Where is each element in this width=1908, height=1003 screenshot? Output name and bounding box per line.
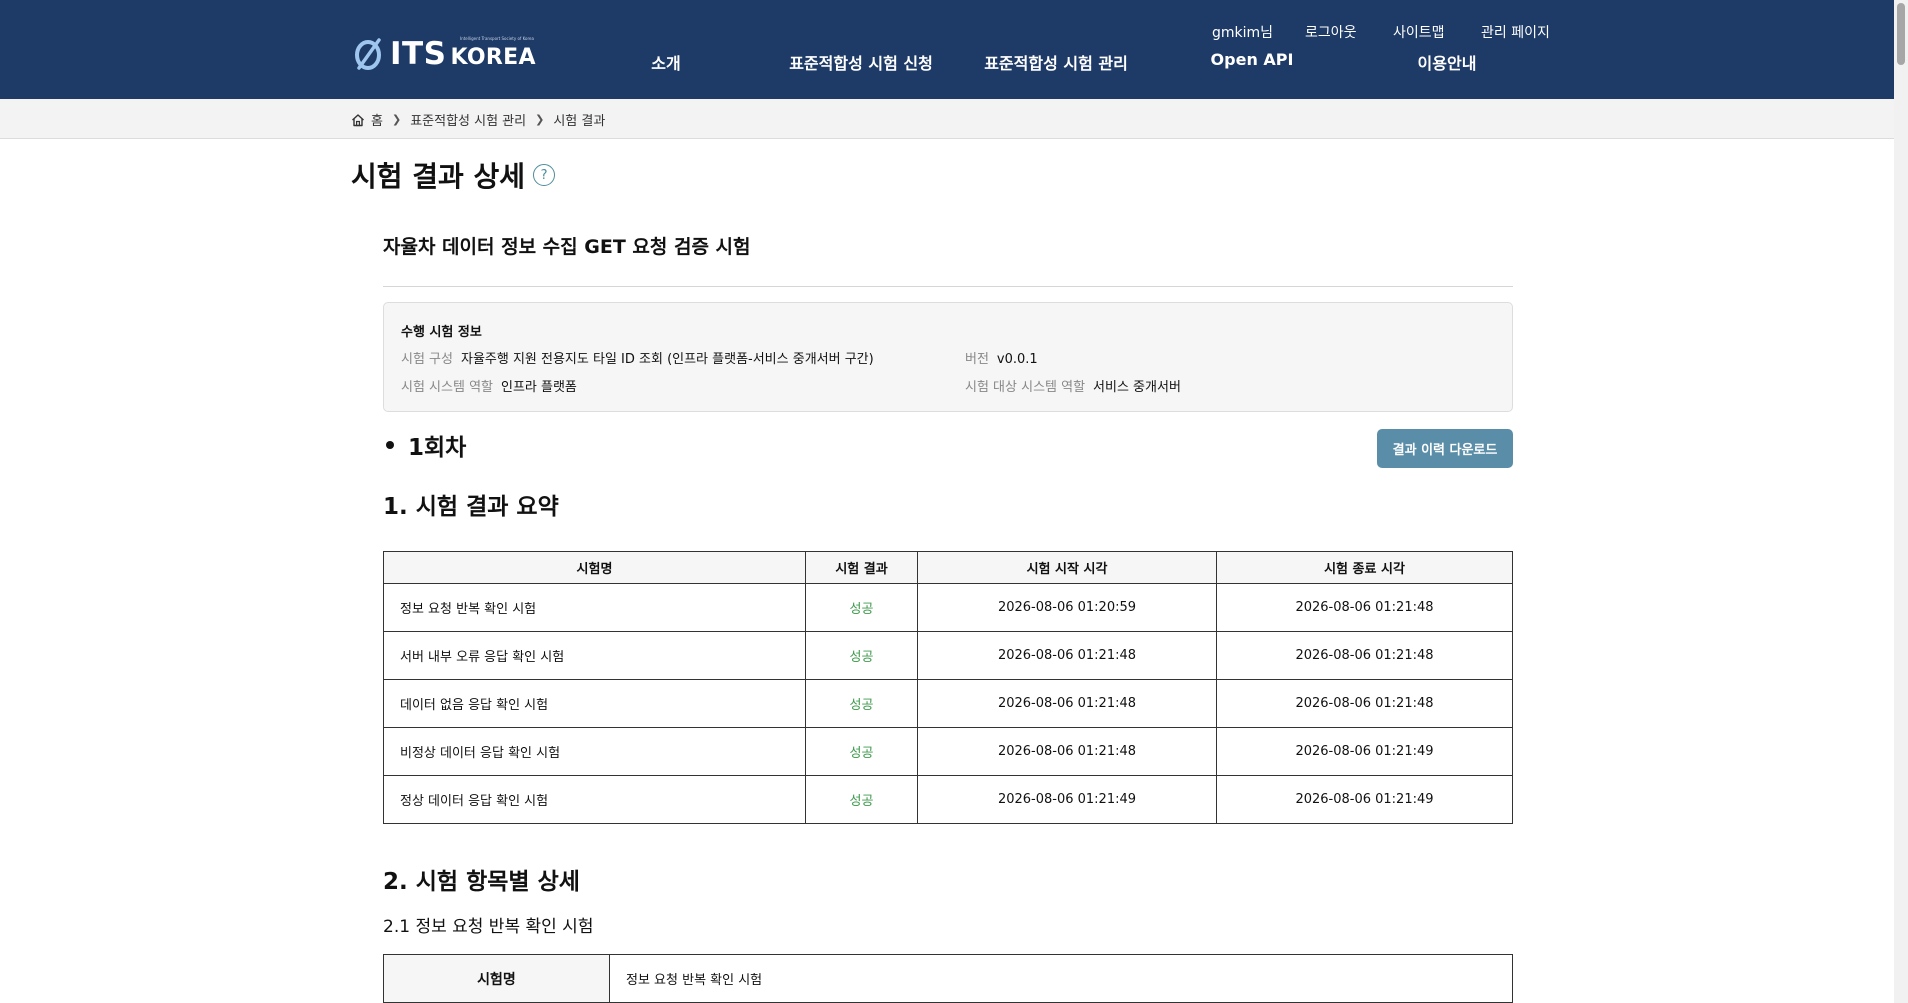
- col-header-result: 시험 결과: [805, 551, 918, 584]
- divider: [383, 286, 1513, 287]
- logo-mark-icon: [355, 38, 381, 70]
- round-heading: 1회차: [383, 428, 466, 462]
- cell-result: 성공: [805, 679, 918, 728]
- detail-table: 시험명 정보 요청 반복 확인 시험: [383, 954, 1513, 1003]
- cell-test-name: 데이터 없음 응답 확인 시험: [383, 679, 806, 728]
- chevron-right-icon: ❯: [535, 113, 545, 126]
- table-row: 정상 데이터 응답 확인 시험 성공 2026-08-06 01:21:49 2…: [383, 775, 1513, 824]
- its-korea-logo[interactable]: ITS KOREA Intelligent Transport Society o…: [352, 34, 536, 74]
- table-row: 정보 요청 반복 확인 시험 성공 2026-08-06 01:20:59 20…: [383, 583, 1513, 632]
- page-scrollbar[interactable]: [1894, 0, 1908, 1003]
- cell-end-time: 2026-08-06 01:21:49: [1216, 775, 1513, 824]
- logo-text: ITS KOREA: [390, 35, 536, 72]
- sitemap-link[interactable]: 사이트맵: [1393, 22, 1445, 42]
- cell-test-name: 정보 요청 반복 확인 시험: [383, 583, 806, 632]
- nav-item-test-apply[interactable]: 표준적합성 시험 신청: [789, 50, 933, 74]
- cell-result: 성공: [805, 631, 918, 680]
- cell-result: 성공: [805, 775, 918, 824]
- cell-result: 성공: [805, 583, 918, 632]
- nav-item-guide[interactable]: 이용안내: [1418, 50, 1477, 74]
- page-title: 시험 결과 상세 ?: [351, 155, 556, 195]
- cell-start-time: 2026-08-06 01:21:48: [917, 679, 1217, 728]
- info-target-role: 시험 대상 시스템 역할 서비스 중개서버: [965, 380, 1181, 395]
- site-header: ITS KOREA Intelligent Transport Society o…: [0, 0, 1894, 99]
- user-name-link[interactable]: gmkim님: [1212, 22, 1273, 42]
- breadcrumb-bar: 홈 ❯ 표준적합성 시험 관리 ❯ 시험 결과: [0, 99, 1894, 139]
- breadcrumb: 홈 ❯ 표준적합성 시험 관리 ❯ 시험 결과: [351, 110, 605, 129]
- section-summary-title: 1. 시험 결과 요약: [383, 494, 559, 520]
- table-header-row: 시험명 시험 결과 시험 시작 시각 시험 종료 시각: [383, 551, 1513, 584]
- cell-start-time: 2026-08-06 01:21:49: [917, 775, 1217, 824]
- download-history-button[interactable]: 결과 이력 다운로드: [1377, 429, 1513, 468]
- cell-result: 성공: [805, 727, 918, 776]
- table-row: 비정상 데이터 응답 확인 시험 성공 2026-08-06 01:21:48 …: [383, 727, 1513, 776]
- cell-start-time: 2026-08-06 01:21:48: [917, 727, 1217, 776]
- summary-table: 시험명 시험 결과 시험 시작 시각 시험 종료 시각 정보 요청 반복 확인 …: [383, 551, 1513, 824]
- section-detail-title: 2. 시험 항목별 상세: [383, 869, 580, 895]
- home-icon[interactable]: [351, 113, 365, 127]
- scrollbar-thumb[interactable]: [1897, 3, 1905, 65]
- logout-link[interactable]: 로그아웃: [1305, 22, 1357, 42]
- detail-value: 정보 요청 반복 확인 시험: [609, 954, 1513, 1003]
- table-row: 데이터 없음 응답 확인 시험 성공 2026-08-06 01:21:48 2…: [383, 679, 1513, 728]
- round-label: 1회차: [408, 435, 467, 461]
- test-info-box: 수행 시험 정보 시험 구성 자율주행 지원 전용지도 타일 ID 조회 (인프라…: [383, 302, 1513, 412]
- cell-end-time: 2026-08-06 01:21:48: [1216, 679, 1513, 728]
- cell-end-time: 2026-08-06 01:21:48: [1216, 631, 1513, 680]
- bullet-icon: [386, 441, 394, 449]
- chevron-right-icon: ❯: [391, 113, 402, 126]
- admin-page-link[interactable]: 관리 페이지: [1481, 22, 1550, 42]
- cell-test-name: 비정상 데이터 응답 확인 시험: [383, 727, 806, 776]
- table-row: 서버 내부 오류 응답 확인 시험 성공 2026-08-06 01:21:48…: [383, 631, 1513, 680]
- col-header-name: 시험명: [383, 551, 806, 584]
- nav-item-intro[interactable]: 소개: [651, 50, 680, 74]
- cell-end-time: 2026-08-06 01:21:49: [1216, 727, 1513, 776]
- page-title-text: 시험 결과 상세: [351, 160, 526, 193]
- detail-label: 시험명: [383, 954, 610, 1003]
- cell-test-name: 서버 내부 오류 응답 확인 시험: [383, 631, 806, 680]
- table-row: 시험명 정보 요청 반복 확인 시험: [383, 954, 1513, 1003]
- help-icon[interactable]: ?: [533, 164, 556, 186]
- cell-start-time: 2026-08-06 01:21:48: [917, 631, 1217, 680]
- subsection-title: 2.1 정보 요청 반복 확인 시험: [383, 917, 594, 937]
- col-header-end: 시험 종료 시각: [1216, 551, 1513, 584]
- info-config: 시험 구성 자율주행 지원 전용지도 타일 ID 조회 (인프라 플랫폼-서비스 …: [401, 352, 874, 367]
- cell-test-name: 정상 데이터 응답 확인 시험: [383, 775, 806, 824]
- info-system-role: 시험 시스템 역할 인프라 플랫폼: [401, 380, 577, 395]
- breadcrumb-home[interactable]: 홈: [371, 110, 383, 129]
- nav-item-open-api[interactable]: Open API: [1211, 50, 1294, 69]
- col-header-start: 시험 시작 시각: [917, 551, 1217, 584]
- breadcrumb-test-manage[interactable]: 표준적합성 시험 관리: [410, 110, 526, 129]
- nav-item-test-manage[interactable]: 표준적합성 시험 관리: [984, 50, 1128, 74]
- logo-tagline: Intelligent Transport Society of Korea: [460, 36, 534, 41]
- cell-end-time: 2026-08-06 01:21:48: [1216, 583, 1513, 632]
- info-box-title: 수행 시험 정보: [401, 325, 482, 340]
- test-title: 자율차 데이터 정보 수집 GET 요청 검증 시험: [383, 236, 751, 258]
- cell-start-time: 2026-08-06 01:20:59: [917, 583, 1217, 632]
- info-version: 버전 v0.0.1: [965, 352, 1038, 367]
- breadcrumb-current: 시험 결과: [553, 114, 606, 129]
